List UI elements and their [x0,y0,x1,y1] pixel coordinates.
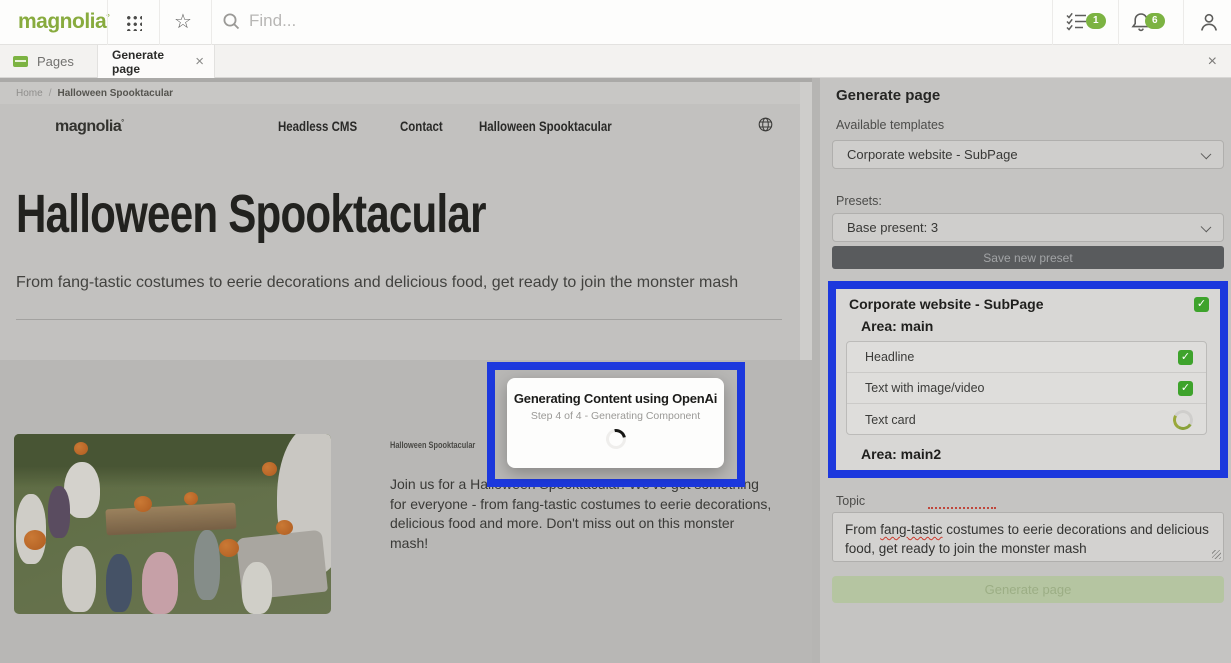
article-label: Halloween Spooktacular [390,440,475,450]
site-logo[interactable]: magnolia° [55,118,124,136]
photo-dim-overlay [14,434,331,614]
generating-modal: Generating Content using OpenAi Step 4 o… [507,378,724,468]
divider [812,78,820,663]
magnolia-logo[interactable]: magnolia° [18,10,109,34]
notifications-badge: 6 [1145,13,1165,29]
panel-close-icon[interactable]: × [1208,53,1217,71]
halloween-party-photo [14,434,331,614]
topic-label: Topic [836,494,865,508]
panel-title: Generate page [836,87,940,104]
topic-misspelled-word: fang-tastic [880,522,942,537]
divider [16,319,782,320]
templates-label: Available templates [836,118,944,132]
top-bar: magnolia° ☆ Find... 1 [0,0,1231,45]
breadcrumb-separator: / [49,88,52,99]
chevron-down-icon [1201,222,1212,233]
divider [1118,0,1119,45]
tab-pages[interactable]: Pages [0,45,97,78]
loading-spinner [602,425,630,453]
template-structure-title: Corporate website - SubPage [849,296,1043,312]
divider [107,0,108,45]
area-main2-label: Area: main2 [861,446,941,462]
component-checkbox[interactable]: ✓ [1178,350,1193,365]
site-nav: Headless CMS Contact Halloween Spooktacu… [278,118,640,134]
language-globe-icon[interactable] [758,117,773,132]
templates-select-value: Corporate website - SubPage [847,147,1018,162]
component-row-text-with-image[interactable]: Text with image/video ✓ [847,373,1206,404]
breadcrumb-home[interactable]: Home [16,88,43,99]
app-launcher-icon[interactable] [125,14,142,31]
favorites-star-icon[interactable]: ☆ [174,9,192,34]
nav-link-halloween-spooktacular[interactable]: Halloween Spooktacular [479,118,612,134]
component-loading-spinner [1171,407,1195,431]
component-checkbox[interactable]: ✓ [1178,381,1193,396]
structure-highlight-annotation: Corporate website - SubPage ✓ Area: main… [828,281,1228,478]
component-row-text-card[interactable]: Text card [847,404,1206,435]
template-structure-header: Corporate website - SubPage ✓ [849,296,1209,312]
tab-generate-page-label: Generate page [112,48,195,76]
breadcrumb: Home / Halloween Spooktacular [0,82,812,104]
divider [1052,0,1053,45]
tab-close-icon[interactable]: × [195,54,204,69]
search-icon [222,12,241,31]
presets-label: Presets: [836,194,882,208]
divider [1183,0,1184,45]
tab-pages-label: Pages [37,54,74,69]
page-title: Halloween Spooktacular [16,186,486,243]
save-new-preset-button[interactable]: Save new preset [832,246,1224,269]
modal-title: Generating Content using OpenAi [507,391,724,406]
templates-select[interactable]: Corporate website - SubPage [832,140,1224,169]
site-header: magnolia° Headless CMS Contact Halloween… [0,104,800,152]
template-checkbox[interactable]: ✓ [1194,297,1209,312]
component-list: Headline ✓ Text with image/video ✓ Text … [846,341,1207,435]
tasks-checklist-icon[interactable] [1066,12,1088,31]
area-main-label: Area: main [861,318,933,334]
tab-generate-page[interactable]: Generate page × [97,45,215,78]
tasks-badge: 1 [1086,13,1106,29]
component-label: Text with image/video [865,381,985,395]
topic-text: From [845,522,880,537]
component-label: Headline [865,350,914,364]
pages-icon [13,56,28,67]
magnolia-cms-app: magnolia° ☆ Find... 1 [0,0,1231,663]
divider [159,0,160,45]
search-placeholder: Find... [249,11,296,31]
breadcrumb-current-page: Halloween Spooktacular [57,88,173,99]
component-row-headline[interactable]: Headline ✓ [847,342,1206,373]
divider [211,0,212,45]
tab-bar: Pages Generate page × × [0,45,1231,78]
modal-step-text: Step 4 of 4 - Generating Component [507,410,724,422]
nav-link-contact[interactable]: Contact [400,118,443,134]
topic-textarea[interactable]: From fang-tastic costumes to eerie decor… [832,512,1224,562]
nav-link-headless-cms[interactable]: Headless CMS [278,118,357,134]
chevron-down-icon [1201,149,1212,160]
textarea-resize-handle[interactable] [1212,550,1221,559]
presets-select[interactable]: Base present: 3 [832,213,1224,242]
user-profile-icon[interactable] [1198,12,1220,33]
global-search[interactable]: Find... [222,11,296,31]
hero-text: From fang-tastic costumes to eerie decor… [16,274,786,292]
component-label: Text card [865,413,916,427]
site-logo-trademark: ° [121,120,123,127]
spellcheck-artifact [928,507,996,509]
generate-page-button[interactable]: Generate page [832,576,1224,603]
presets-select-value: Base present: 3 [847,220,938,235]
